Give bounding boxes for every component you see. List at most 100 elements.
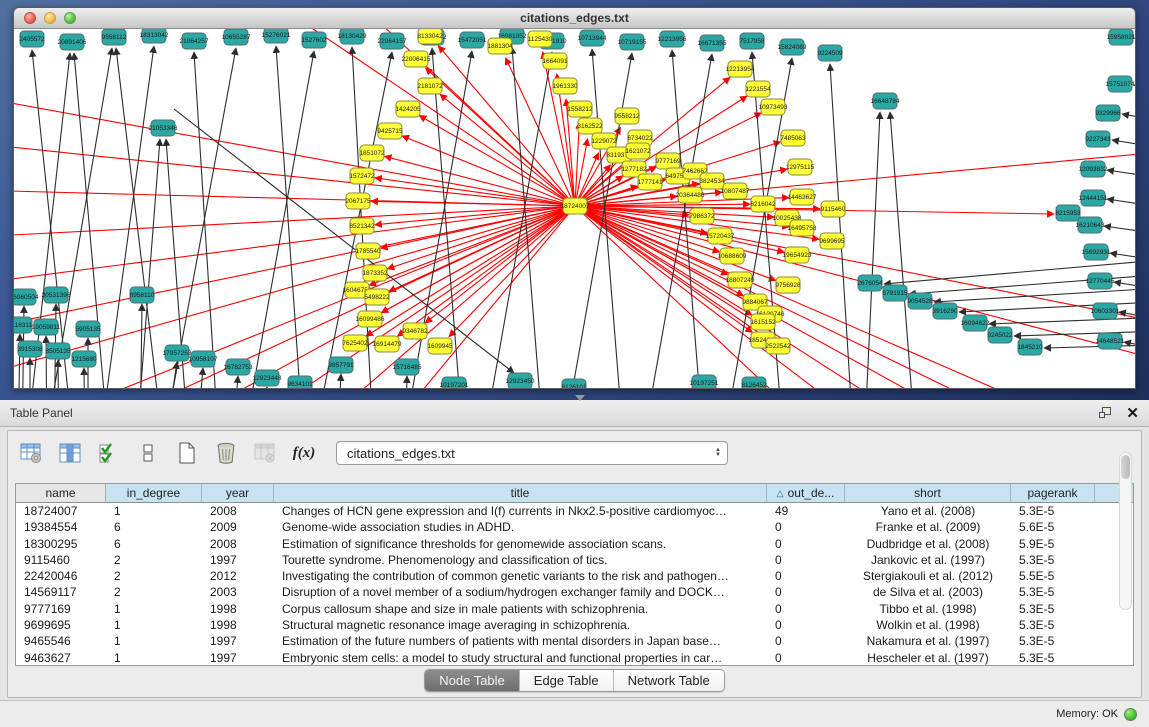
table-cell[interactable]: Wolkin et al. (1998) [845, 617, 1011, 633]
table-cell[interactable]: 6 [106, 536, 202, 552]
graph-node[interactable]: 1961330 [552, 78, 578, 94]
graph-node[interactable]: 5498222 [364, 289, 390, 305]
table-cell[interactable]: 0 [767, 601, 845, 617]
table-cell[interactable]: Corpus callosum shape and size in male p… [274, 601, 767, 617]
graph-node[interactable]: 8958110 [130, 287, 155, 303]
graph-node[interactable]: 21064257 [180, 33, 209, 49]
graph-node[interactable]: 9699695 [819, 233, 845, 249]
graph-node[interactable]: 12770445 [1086, 273, 1115, 289]
graph-node[interactable]: 1664091 [542, 53, 568, 69]
graph-node[interactable]: 9115460 [821, 201, 846, 217]
graph-node[interactable]: 1221554 [745, 81, 771, 97]
table-cell[interactable]: Franke et al. (2009) [845, 519, 1011, 535]
graph-node[interactable]: 7485063 [780, 130, 806, 146]
trash-icon[interactable] [213, 440, 239, 466]
table-cell[interactable]: 5.5E-5 [1011, 568, 1095, 584]
table-cell[interactable]: 5.9E-5 [1011, 536, 1095, 552]
graph-node[interactable]: 3824534 [699, 173, 725, 189]
graph-node[interactable]: 10688609 [718, 248, 747, 264]
table-cell[interactable]: Tibbo et al. (1998) [845, 601, 1011, 617]
graph-node[interactable]: 14648521 [1096, 333, 1125, 349]
table-row[interactable]: 1938455462009Genome-wide association stu… [16, 519, 1133, 535]
table-cell[interactable]: 2003 [202, 584, 274, 600]
graph-node[interactable]: 12093832 [1079, 161, 1108, 177]
graph-node[interactable]: 12213956 [658, 31, 687, 47]
table-cell[interactable]: 1998 [202, 601, 274, 617]
graph-node[interactable]: 15716485 [393, 359, 422, 375]
table-cell[interactable]: 0 [767, 584, 845, 600]
citation-network-graph[interactable]: 2405572208914069558112183130422106425710… [14, 29, 1135, 389]
graph-node[interactable]: 9425715 [377, 123, 403, 139]
graph-node[interactable]: 9118311 [14, 317, 33, 333]
graph-node[interactable]: 20531396 [42, 287, 71, 303]
table-settings-icon[interactable] [18, 440, 44, 466]
graph-node[interactable]: 15276021 [262, 29, 291, 43]
table-cell[interactable]: 14569117 [16, 584, 106, 600]
graph-node[interactable]: 3916290 [932, 303, 958, 319]
graph-node[interactable]: 10807487 [721, 183, 750, 199]
table-cell[interactable]: 1 [106, 617, 202, 633]
table-cell[interactable]: 5.3E-5 [1011, 552, 1095, 568]
table-cell[interactable]: 0 [767, 552, 845, 568]
graph-node[interactable]: 22006415 [402, 51, 431, 67]
tab-node-table[interactable]: Node Table [425, 670, 520, 691]
table-cell[interactable]: Dudbridge et al. (2008) [845, 536, 1011, 552]
table-cell[interactable]: 0 [767, 650, 845, 666]
graph-node[interactable]: 18313042 [140, 29, 169, 43]
graph-node[interactable]: 18807249 [726, 272, 755, 288]
graph-node[interactable]: 16648784 [871, 93, 900, 109]
graph-node[interactable]: 12923450 [506, 373, 535, 389]
float-panel-icon[interactable] [1099, 407, 1112, 419]
graph-node[interactable]: 10603301 [1091, 303, 1120, 319]
table-cell[interactable]: 0 [767, 519, 845, 535]
table-row[interactable]: 946362711997Embryonic stem cells: a mode… [16, 650, 1133, 666]
graph-node[interactable]: 9777169 [655, 153, 681, 169]
graph-node[interactable]: 18130429 [338, 29, 367, 44]
window-titlebar[interactable]: citations_edges.txt [14, 8, 1135, 29]
tab-network-table[interactable]: Network Table [614, 670, 724, 691]
graph-node[interactable]: 15824069 [778, 39, 807, 55]
table-cell[interactable]: Estimation of significance thresholds fo… [274, 536, 767, 552]
graph-node[interactable]: 2405572 [19, 31, 45, 47]
show-columns-icon[interactable] [57, 440, 83, 466]
graph-node[interactable]: 8215953 [1055, 205, 1081, 221]
graph-node[interactable]: 1609945 [427, 338, 453, 354]
graph-node[interactable]: 15692931 [1082, 244, 1111, 260]
function-builder-icon[interactable]: f(x) [291, 440, 317, 466]
table-cell[interactable]: 5.3E-5 [1011, 633, 1095, 649]
graph-node[interactable]: 10197201 [440, 377, 469, 389]
graph-node[interactable]: 7625402 [342, 335, 368, 351]
table-cell[interactable]: 0 [767, 633, 845, 649]
table-cell[interactable]: de Silva et al. (2003) [845, 584, 1011, 600]
table-cell[interactable]: 19384554 [16, 519, 106, 535]
table-cell[interactable]: Jankovic et al. (1997) [845, 552, 1011, 568]
table-cell[interactable]: 1 [106, 503, 202, 519]
graph-node[interactable]: 8126452 [741, 377, 767, 389]
table-cell[interactable]: 1 [106, 650, 202, 666]
table-cell[interactable]: 9777169 [16, 601, 106, 617]
table-cell[interactable]: 5.3E-5 [1011, 503, 1095, 519]
graph-node[interactable]: 16782753 [224, 359, 253, 375]
table-cell[interactable]: Nakamura et al. (1997) [845, 633, 1011, 649]
table-row[interactable]: 911546021997Tourette syndrome. Phenomeno… [16, 552, 1133, 568]
table-cell[interactable]: 2 [106, 584, 202, 600]
table-cell[interactable]: 0 [767, 617, 845, 633]
table-cell[interactable]: Disruption of a novel member of a sodium… [274, 584, 767, 600]
graph-node[interactable]: 9756928 [775, 277, 801, 293]
table-row[interactable]: 1872400712008Changes of HCN gene express… [16, 503, 1133, 519]
graph-node[interactable]: 2676054 [857, 275, 883, 291]
graph-node[interactable]: 12975115 [786, 159, 815, 175]
table-cell[interactable]: Stergiakouli et al. (2012) [845, 568, 1011, 584]
table-cell[interactable]: 9463627 [16, 650, 106, 666]
graph-node[interactable]: 18724007 [561, 198, 590, 214]
table-select-dropdown[interactable]: citations_edges.txt ▲▼ [336, 441, 728, 465]
table-cell[interactable]: 49 [767, 503, 845, 519]
column-header-name[interactable]: name [16, 484, 106, 502]
table-row[interactable]: 946554611997Estimation of the future num… [16, 633, 1133, 649]
graph-node[interactable]: 1851072 [359, 145, 385, 161]
graph-node[interactable]: 1785540 [355, 243, 381, 259]
graph-node[interactable]: 16094622 [961, 315, 990, 331]
tab-edge-table[interactable]: Edge Table [520, 670, 614, 691]
graph-node[interactable]: 9245022 [987, 327, 1013, 343]
column-header-year[interactable]: year [202, 484, 274, 502]
